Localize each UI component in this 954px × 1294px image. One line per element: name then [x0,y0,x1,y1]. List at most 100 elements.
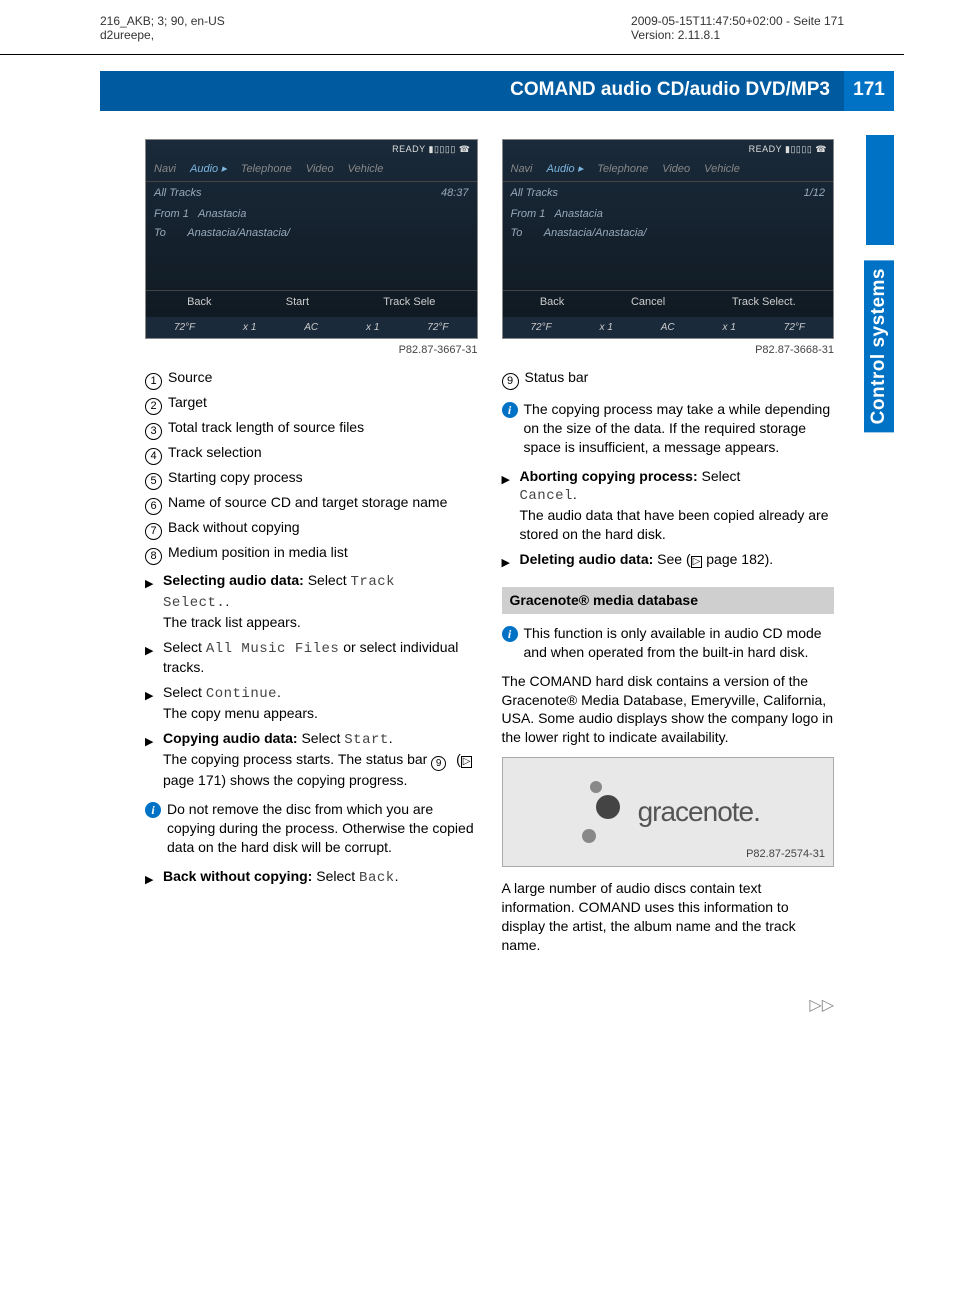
triangle-icon: ▶ [145,578,153,590]
ss2-alltracks: All Tracks [511,186,558,201]
status-ready-2: READY ▮▯▯▯▯ ☎ [749,143,827,155]
b7-page: page 182). [702,551,773,567]
b1-mono2: Select. [163,595,225,611]
b6-line2: The audio data that have been copied alr… [520,507,829,542]
b3-line2: The copy menu appears. [163,705,318,721]
legend-7: Back without copying [168,519,300,535]
b5-bold: Back without copying: [163,868,312,884]
ss2-menu-telephone: Telephone [597,162,648,177]
ss-time: 48:37 [441,186,469,201]
ss2-menu-video: Video [662,162,690,177]
triangle-icon: ▶ [502,474,510,486]
ss-st-2: x 1 [243,321,256,335]
callout-6: 6 [145,498,162,515]
figure-id-3: P82.87-2574-31 [746,847,825,862]
status-ready: READY ▮▯▯▯▯ ☎ [392,143,470,155]
title-bar: COMAND audio CD/audio DVD/MP3 171 [100,71,894,111]
gracenote-para-2: A large number of audio discs contain te… [502,879,835,955]
ss-btn-start: Start [286,295,309,310]
triangle-icon: ▶ [145,690,153,702]
callout-2: 2 [145,398,162,415]
ss2-st-4: x 1 [723,321,736,335]
b3-mono: Continue [206,686,277,702]
gracenote-logo-text: gracenote. [638,793,760,831]
b1-mono: Track [351,574,396,590]
b4-line2a: The copying process starts. The status b… [163,751,431,767]
meta-right-1: 2009-05-15T11:47:50+02:00 - Seite 171 [631,14,844,28]
ss2-st-3: AC [661,321,675,335]
info-icon: i [502,402,518,418]
ss-st-5: 72°F [427,321,448,335]
b6-mono: Cancel [520,488,573,504]
callout-5: 5 [145,473,162,490]
ss2-btn-cancel: Cancel [631,295,665,310]
b1-after: . [225,593,229,609]
ss2-btn-back: Back [540,295,564,310]
ss2-from: From 1 [511,208,546,220]
ss-menu-audio: Audio ▸ [190,162,227,177]
b5-mono: Back [359,870,395,886]
ss2-menu-vehicle: Vehicle [704,162,740,177]
b4-bold: Copying audio data: [163,730,298,746]
ss-alltracks: All Tracks [154,186,201,201]
ss2-count: 1/12 [804,186,825,201]
ss-st-3: AC [304,321,318,335]
b3-pre: Select [163,684,206,700]
ss2-btn-select: Track Select. [732,295,796,310]
legend-1: Source [168,369,212,385]
screenshot-copymenu: READY ▮▯▯▯▯ ☎ Navi Audio ▸ Telephone Vid… [145,139,478,339]
ss2-menu-navi: Navi [511,162,533,177]
gracenote-logo-icon [576,777,626,847]
left-column: READY ▮▯▯▯▯ ☎ Navi Audio ▸ Telephone Vid… [145,139,478,955]
legend-5: Starting copy process [168,469,303,485]
ss2-name2: Anastacia/Anastacia/ [544,227,647,239]
callout-4: 4 [145,448,162,465]
ss-menu-video: Video [306,162,334,177]
ss-menu-telephone: Telephone [241,162,292,177]
legend-8: Medium position in media list [168,544,348,560]
ss-btn-select: Track Sele [383,295,435,310]
b4-post: . [389,730,393,746]
info-1: Do not remove the disc from which you ar… [167,800,478,857]
header-meta: 216_AKB; 3; 90, en-US d2ureepe, 2009-05-… [0,0,954,50]
legend-3: Total track length of source files [168,419,364,435]
b2-pre: Select [163,639,206,655]
callout-9: 9 [502,373,519,390]
side-tab-stub [866,135,894,245]
b4-line2b: ( [452,751,461,767]
b4-sel: Select [298,730,345,746]
callout-9-inline: 9 [431,756,446,771]
legend-2: Target [168,394,207,410]
info-3: This function is only available in audio… [524,624,835,662]
ss-st-4: x 1 [366,321,379,335]
divider-top [0,54,904,55]
ss-name2: Anastacia/Anastacia/ [187,227,290,239]
triangle-icon: ▶ [145,874,153,886]
legend-4: Track selection [168,444,262,460]
ss-menu-navi: Navi [154,162,176,177]
ss-menu-vehicle: Vehicle [348,162,384,177]
section-title: COMAND audio CD/audio DVD/MP3 [100,71,844,111]
b4-page: page 171) shows the copying progress. [163,772,407,788]
triangle-icon: ▶ [145,645,153,657]
side-tab-label: Control systems [864,260,894,432]
ss2-menu-audio: Audio ▸ [547,162,584,177]
callout-8: 8 [145,548,162,565]
page-number: 171 [844,71,894,111]
gracenote-para-1: The COMAND hard disk contains a version … [502,672,835,748]
b5-sel: Select [312,868,359,884]
pageref-icon: ▷ [461,756,473,768]
b6-post: . [573,486,577,502]
ss2-st-2: x 1 [600,321,613,335]
ss-from: From 1 [154,208,189,220]
b6-sel: Select [698,468,741,484]
info-icon: i [502,626,518,642]
b2-mono: All Music Files [206,641,340,657]
gracenote-logo: gracenote. P82.87-2574-31 [502,757,835,867]
b4-mono: Start [344,732,389,748]
b7-bold: Deleting audio data: [520,551,654,567]
triangle-icon: ▶ [502,557,510,569]
meta-left-1: 216_AKB; 3; 90, en-US [100,14,225,28]
b6-bold: Aborting copying process: [520,468,698,484]
ss-st-1: 72°F [174,321,195,335]
